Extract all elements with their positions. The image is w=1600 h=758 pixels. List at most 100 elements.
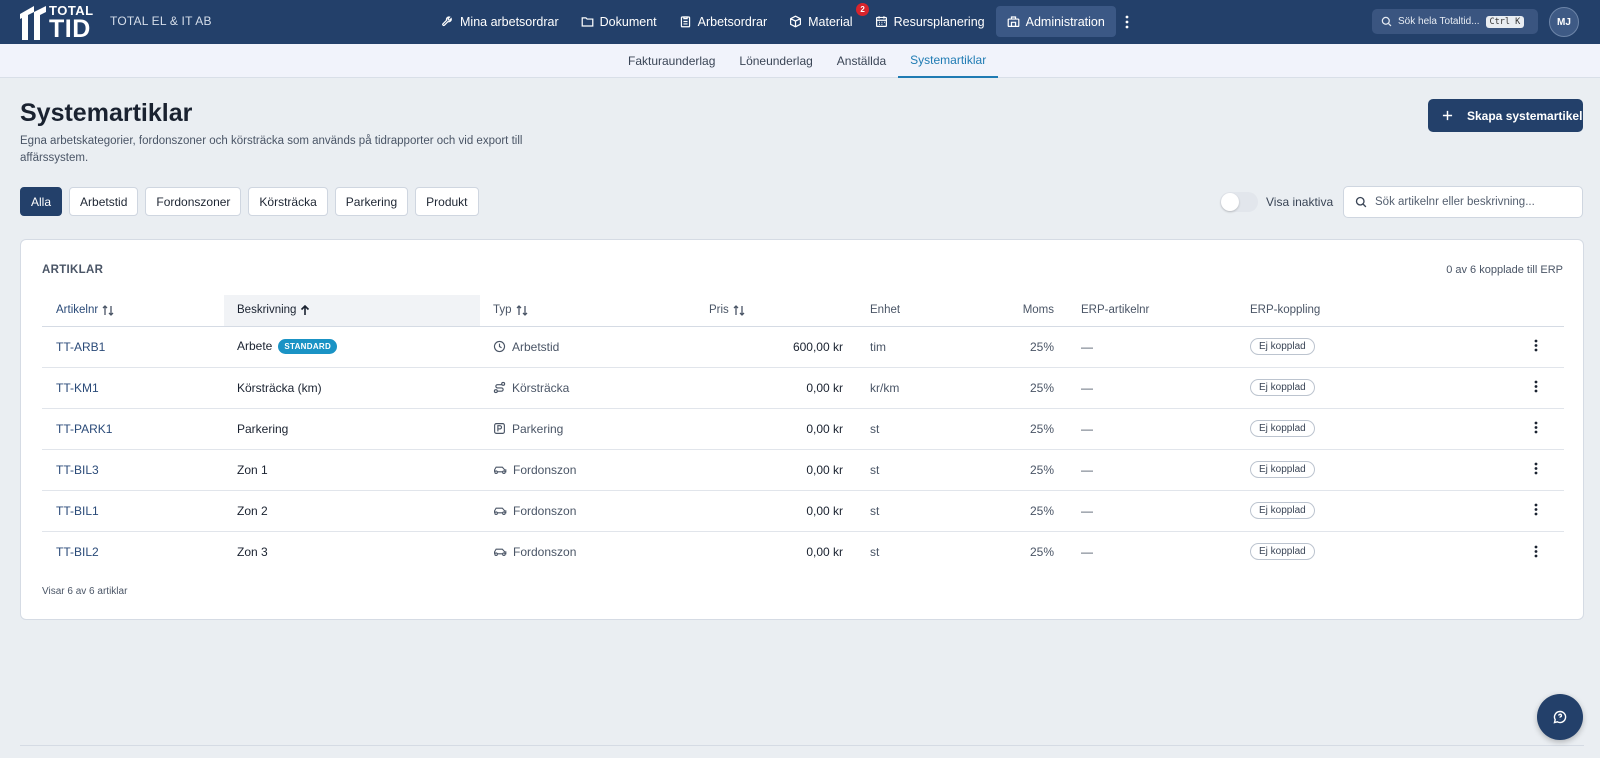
artikelnr-cell[interactable]: TT-BIL2 (42, 531, 224, 572)
filter-chip-arbetstid[interactable]: Arbetstid (69, 187, 139, 216)
col-label: Beskrivning (237, 304, 297, 317)
moms-cell: 25% (951, 367, 1054, 409)
parking-icon (494, 423, 505, 434)
main-nav: Mina arbetsordrar Dokument Arbetsordrar … (430, 3, 1116, 37)
avatar[interactable]: MJ (1549, 7, 1579, 37)
typ-cell: Parkering (480, 408, 680, 450)
chat-support-button[interactable] (1537, 694, 1583, 740)
nav-material[interactable]: Material 2 (778, 3, 870, 37)
nav-arbetsordrar[interactable]: Arbetsordrar (668, 6, 778, 37)
erp-status-pill: Ej kopplad (1250, 461, 1315, 478)
row-menu-icon[interactable] (1528, 461, 1544, 477)
moms-cell: 25% (951, 490, 1054, 532)
filter-chip-alla[interactable]: Alla (20, 187, 63, 216)
col-enhet: Enhet (843, 295, 951, 327)
erp-artikelnr-cell: — (1054, 326, 1250, 368)
table-row[interactable]: TT-BIL2 Zon 3 Fordonszon 0,00 kr st 25% — Ej ko… (42, 531, 1564, 572)
tab-anstallda[interactable]: Anställda (825, 44, 898, 78)
beskrivning-text: Zon 2 (237, 503, 268, 518)
show-inactive-toggle-wrap: Visa inaktiva (1220, 192, 1333, 212)
filter-chip-korstracka[interactable]: Körsträcka (248, 187, 328, 216)
page-title: Systemartiklar (20, 99, 193, 127)
artikelnr-cell[interactable]: TT-BIL3 (42, 449, 224, 491)
row-menu-icon[interactable] (1528, 420, 1544, 436)
erp-status-pill: Ej kopplad (1250, 338, 1315, 355)
moms-cell: 25% (951, 408, 1054, 450)
search-icon (1355, 196, 1367, 208)
tab-systemartiklar[interactable]: Systemartiklar (898, 44, 999, 78)
beskrivning-text: Zon 1 (237, 462, 268, 477)
search-icon (1381, 16, 1392, 27)
article-search-input[interactable] (1375, 196, 1575, 208)
enhet-cell: kr/km (843, 367, 951, 409)
table-row[interactable]: TT-BIL3 Zon 1 Fordonszon 0,00 kr st 25% — Ej ko… (42, 449, 1564, 491)
erp-linked-count: 0 av 6 kopplade till ERP (1446, 264, 1563, 276)
typ-cell: Fordonszon (480, 490, 680, 532)
logo[interactable]: TOTAL TID (20, 4, 94, 42)
sub-nav: Fakturaunderlag Löneunderlag Anställda S… (0, 44, 1600, 78)
table-row[interactable]: TT-PARK1 Parkering Parkering 0,00 kr st 25% — E… (42, 408, 1564, 450)
enhet-cell: st (870, 544, 880, 559)
nav-label: Material (808, 14, 853, 29)
col-artikelnr[interactable]: Artikelnr (42, 295, 224, 327)
filter-chip-parkering[interactable]: Parkering (334, 187, 409, 216)
erp-artikelnr-cell: — (1054, 408, 1250, 450)
erp-status-pill: Ej kopplad (1250, 420, 1315, 437)
enhet-cell: tim (843, 326, 951, 368)
row-menu-icon[interactable] (1528, 379, 1544, 395)
nav-label: Mina arbetsordrar (460, 14, 559, 29)
col-pris[interactable]: Pris (680, 295, 843, 327)
artikelnr-cell[interactable]: TT-ARB1 (42, 326, 224, 368)
show-inactive-toggle[interactable] (1220, 192, 1258, 212)
col-typ[interactable]: Typ (480, 295, 680, 327)
tab-fakturaunderlag[interactable]: Fakturaunderlag (616, 44, 727, 78)
nav-dokument[interactable]: Dokument (570, 6, 668, 37)
sort-ascending-icon (301, 304, 310, 315)
article-search (1343, 186, 1583, 218)
erp-koppling-cell: Ej kopplad (1250, 449, 1446, 491)
row-actions-cell (1446, 326, 1564, 368)
row-menu-icon[interactable] (1528, 338, 1544, 354)
beskrivning-cell: Arbete STANDARD (224, 326, 480, 368)
typ-text: Fordonszon (513, 462, 577, 477)
row-menu-icon[interactable] (1528, 502, 1544, 518)
box-icon (790, 15, 802, 28)
tab-loneunderlag[interactable]: Löneunderlag (727, 44, 824, 78)
global-search[interactable]: Sök hela Totaltid... Ctrl K (1372, 9, 1538, 34)
col-label: Typ (493, 304, 512, 317)
table-row[interactable]: TT-BIL1 Zon 2 Fordonszon 0,00 kr st 25% — Ej ko… (42, 490, 1564, 532)
create-systemartikel-button[interactable]: Skapa systemartikel (1428, 99, 1583, 132)
typ-text: Parkering (512, 421, 564, 436)
row-menu-icon[interactable] (1528, 543, 1544, 559)
erp-artikelnr-cell: — (1054, 490, 1250, 532)
nav-administration[interactable]: Administration (995, 6, 1116, 37)
nav-label: Dokument (599, 14, 657, 29)
nav-resursplanering[interactable]: Resursplanering (864, 6, 996, 37)
col-actions (1446, 295, 1564, 327)
beskrivning-cell: Zon 3 (224, 531, 480, 572)
table-row[interactable]: TT-KM1 Körsträcka (km) Körsträcka 0,00 kr kr… (42, 367, 1564, 409)
filter-chip-fordonszoner[interactable]: Fordonszoner (145, 187, 242, 216)
enhet-cell: st (843, 449, 951, 491)
articles-card: ARTIKLAR 0 av 6 kopplade till ERP Artike… (20, 239, 1584, 620)
toggle-knob (1221, 193, 1239, 211)
artikelnr-cell[interactable]: TT-PARK1 (42, 408, 224, 450)
col-beskrivning[interactable]: Beskrivning (224, 295, 480, 327)
filter-chip-produkt[interactable]: Produkt (415, 187, 479, 216)
erp-status-pill: Ej kopplad (1250, 502, 1315, 519)
artikelnr-cell[interactable]: TT-BIL1 (42, 490, 224, 532)
background-content-peek (0, 745, 1600, 758)
nav-label: Resursplanering (893, 14, 985, 29)
typ-text: Arbetstid (512, 339, 560, 354)
nav-mina-arbetsordrar[interactable]: Mina arbetsordrar (430, 6, 570, 37)
more-menu-icon[interactable] (1118, 13, 1136, 31)
table-footer: Visar 6 av 6 artiklar (42, 586, 128, 597)
type-filter-chips: Alla Arbetstid Fordonszoner Körsträcka P… (20, 187, 486, 216)
table-row[interactable]: TT-ARB1 Arbete STANDARD Arbetstid 600,00 kr t… (42, 326, 1564, 368)
artikelnr-cell[interactable]: TT-KM1 (42, 367, 224, 409)
search-shortcut: Ctrl K (1485, 15, 1525, 28)
company-name: TOTAL EL & IT AB (110, 14, 212, 28)
show-inactive-label: Visa inaktiva (1266, 195, 1334, 209)
calendar-icon (875, 16, 887, 27)
sort-icon (733, 304, 745, 316)
